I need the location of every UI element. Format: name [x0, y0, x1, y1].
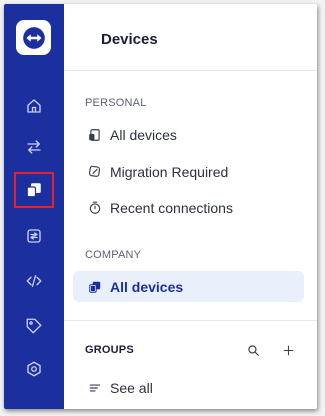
tag-icon — [26, 318, 42, 334]
nav-label: Migration Required — [110, 163, 229, 180]
groups-search-button[interactable] — [243, 340, 263, 360]
rail-transfer[interactable] — [14, 129, 54, 165]
list-lines-icon — [87, 380, 102, 395]
remote-session-icon — [27, 229, 41, 243]
rail-home[interactable] — [14, 88, 54, 124]
rail-tags[interactable] — [14, 308, 54, 344]
devices-icon — [26, 183, 41, 198]
devices-icon — [87, 279, 102, 294]
nav-rail — [4, 4, 64, 409]
settings-hexagon-icon — [27, 361, 41, 377]
search-icon — [247, 344, 259, 356]
rail-settings[interactable] — [14, 351, 54, 387]
screenshot-frame: Devices PERSONAL All devices Migration R… — [0, 0, 325, 416]
devices-panel: Devices PERSONAL All devices Migration R… — [64, 4, 317, 409]
plus-icon — [283, 345, 293, 355]
panel-header: Devices — [64, 4, 317, 71]
nav-company-all-devices[interactable]: All devices — [73, 271, 304, 302]
nav-migration-required[interactable]: Migration Required — [73, 156, 304, 187]
nav-label: Recent connections — [110, 199, 233, 216]
stopwatch-icon — [87, 200, 102, 215]
nav-personal-all-devices[interactable]: All devices — [73, 119, 304, 150]
section-label-company: COMPANY — [85, 249, 142, 261]
groups-add-button[interactable] — [278, 340, 298, 360]
nav-groups-see-all[interactable]: See all — [73, 372, 304, 403]
page-title: Devices — [101, 31, 158, 48]
rail-code[interactable] — [14, 263, 54, 299]
section-label-groups: GROUPS — [85, 344, 134, 356]
logo-icon — [22, 26, 45, 49]
nav-label: All devices — [110, 126, 177, 143]
teamviewer-logo[interactable] — [16, 20, 51, 55]
rail-devices[interactable] — [14, 172, 54, 208]
migration-icon — [87, 164, 102, 179]
nav-label: All devices — [110, 278, 184, 295]
app-window: Devices PERSONAL All devices Migration R… — [4, 4, 317, 409]
nav-recent-connections[interactable]: Recent connections — [73, 192, 304, 223]
section-label-personal: PERSONAL — [85, 97, 147, 109]
transfer-arrows-icon — [27, 140, 41, 154]
nav-label: See all — [110, 379, 153, 396]
home-icon — [27, 99, 41, 113]
section-divider — [64, 320, 317, 321]
code-icon — [26, 275, 42, 287]
device-list-icon — [87, 127, 102, 142]
rail-remote-session[interactable] — [14, 218, 54, 254]
